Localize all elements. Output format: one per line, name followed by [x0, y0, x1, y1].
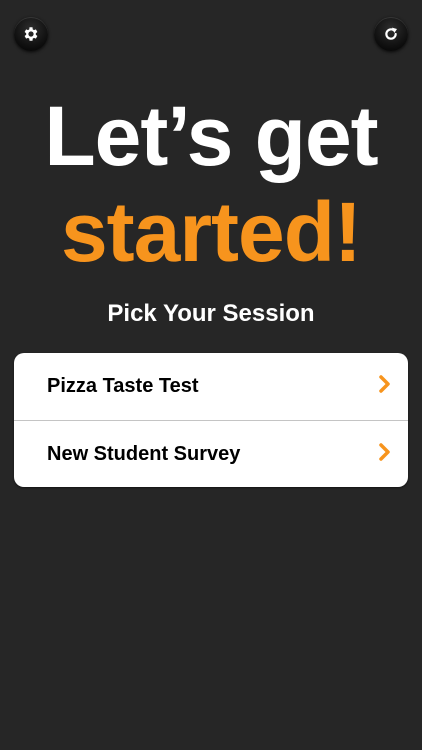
headline-line-1: Let’s get	[44, 89, 378, 183]
section-title: Pick Your Session	[107, 300, 315, 327]
refresh-button[interactable]	[374, 17, 408, 51]
session-item-new-student-survey[interactable]: New Student Survey	[14, 420, 408, 487]
session-list: Pizza Taste Test New Student Survey	[14, 353, 408, 487]
session-label: Pizza Taste Test	[47, 375, 199, 397]
refresh-icon	[383, 26, 399, 42]
session-item-pizza-taste-test[interactable]: Pizza Taste Test	[14, 353, 408, 420]
session-label: New Student Survey	[47, 442, 241, 465]
chevron-right-icon	[378, 442, 392, 467]
gear-icon	[22, 25, 40, 43]
settings-button[interactable]	[14, 17, 48, 51]
chevron-right-icon	[378, 374, 392, 399]
headline-line-2: started!	[60, 185, 362, 279]
